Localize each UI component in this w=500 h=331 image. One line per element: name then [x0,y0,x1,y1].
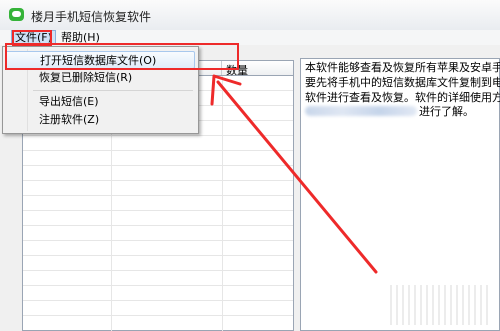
arrow-shaft [216,80,378,274]
app-window: 楼月手机短信恢复软件 文件(F) 帮助(H) 数量 本软件能够查看及恢复所有苹果… [0,0,500,331]
annotation-arrow [210,74,378,274]
